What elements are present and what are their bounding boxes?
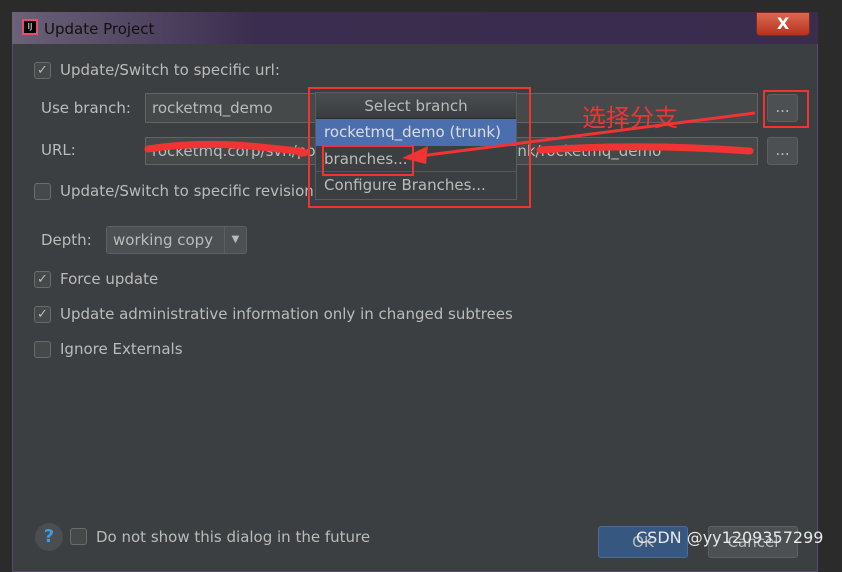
annotation-arrow [402,111,756,164]
dont-show-checkbox[interactable] [70,528,87,545]
help-button[interactable]: ? [35,523,63,551]
dont-show-label: Do not show this dialog in the future [96,528,371,546]
watermark: CSDN @yy1209357299 [636,528,824,547]
